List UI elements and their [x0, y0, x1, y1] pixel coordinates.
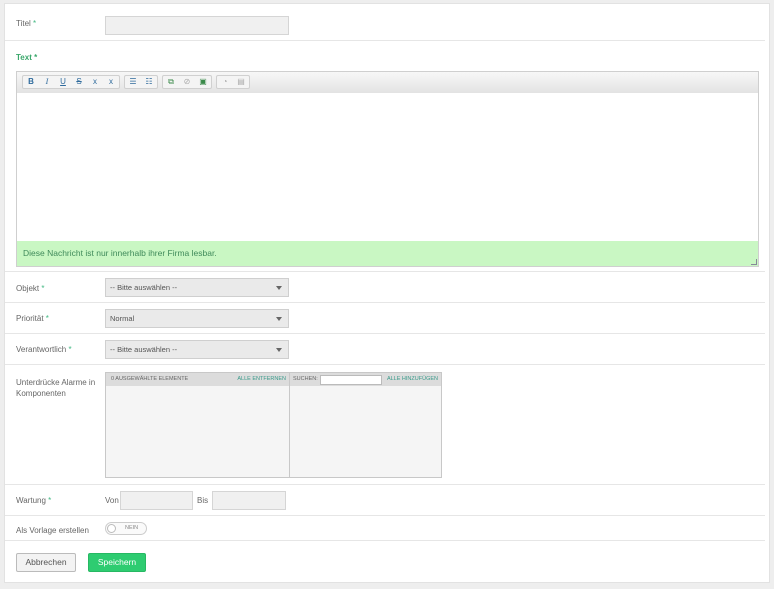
format-button-group: B I U S x x [22, 75, 120, 89]
strikethrough-icon[interactable]: S [72, 76, 86, 88]
paste-text-icon[interactable]: ◔ [218, 76, 232, 88]
bis-label: Bis [197, 496, 209, 505]
unlink-icon[interactable]: ⊘ [180, 76, 194, 88]
verantw-label: Verantwortlich * [16, 345, 72, 354]
underline-icon[interactable]: U [56, 76, 70, 88]
component-multiselect: 0 AUSGEWÄHLTE ELEMENTE ALLE ENTFERNEN SU… [105, 372, 442, 478]
objekt-row: Objekt * -- Bitte auswählen -- [5, 272, 765, 303]
prio-select[interactable]: Normal [105, 309, 289, 328]
editor-toolbar: B I U S x x ☰ ☷ ⧉ ⊘ ▣ ◔ ▤ [17, 72, 758, 94]
search-label: SUCHEN: [293, 376, 318, 382]
insert-image-icon[interactable]: ▣ [196, 76, 210, 88]
prio-row: Priorität * Normal [5, 303, 765, 334]
superscript-icon[interactable]: x [104, 76, 118, 88]
visibility-notice: Diese Nachricht ist nur innerhalb ihrer … [17, 241, 758, 266]
selected-count-label: 0 AUSGEWÄHLTE ELEMENTE [111, 376, 189, 382]
available-list: SUCHEN: ALLE HINZUFÜGEN [290, 373, 441, 477]
chevron-down-icon [276, 317, 282, 321]
bold-icon[interactable]: B [24, 76, 38, 88]
paste-word-icon[interactable]: ▤ [234, 76, 248, 88]
title-input[interactable] [105, 16, 289, 35]
chevron-down-icon [276, 286, 282, 290]
numbered-list-icon[interactable]: ☰ [126, 76, 140, 88]
cancel-button[interactable]: Abbrechen [16, 553, 76, 572]
verantw-row: Verantwortlich * -- Bitte auswählen -- [5, 334, 765, 365]
available-header: SUCHEN: ALLE HINZUFÜGEN [290, 373, 441, 386]
add-all-link[interactable]: ALLE HINZUFÜGEN [387, 373, 438, 386]
bulleted-list-icon[interactable]: ☷ [142, 76, 156, 88]
wartung-label: Wartung * [16, 496, 52, 505]
remove-all-link[interactable]: ALLE ENTFERNEN [237, 373, 286, 386]
objekt-label: Objekt * [16, 284, 45, 293]
suppress-label: Unterdrücke Alarme in Komponenten [16, 378, 96, 398]
objekt-select[interactable]: -- Bitte auswählen -- [105, 278, 289, 297]
italic-icon[interactable]: I [40, 76, 54, 88]
text-label: Text * [16, 53, 38, 62]
prio-label: Priorität * [16, 314, 49, 323]
chevron-down-icon [276, 348, 282, 352]
insert-link-icon[interactable]: ⧉ [164, 76, 178, 88]
title-row: Titel * [5, 4, 765, 41]
toggle-knob [107, 524, 116, 533]
resize-grip-icon[interactable] [751, 259, 757, 265]
subscript-icon[interactable]: x [88, 76, 102, 88]
search-input[interactable] [320, 375, 382, 385]
list-button-group: ☰ ☷ [124, 75, 158, 89]
save-button[interactable]: Speichern [88, 553, 146, 572]
title-label: Titel * [16, 19, 37, 28]
wartung-row: Wartung * Von Bis [5, 485, 765, 516]
form-panel: Titel * Text * B I U S x x ☰ ☷ ⧉ ⊘ ▣ ◔ ▤… [4, 3, 770, 583]
toggle-state-label: NEIN [125, 525, 139, 531]
bis-input[interactable] [212, 491, 286, 510]
verantw-select[interactable]: -- Bitte auswählen -- [105, 340, 289, 359]
vorlage-label: Als Vorlage erstellen [16, 526, 89, 535]
insert-button-group: ⧉ ⊘ ▣ [162, 75, 212, 89]
selected-list: 0 AUSGEWÄHLTE ELEMENTE ALLE ENTFERNEN [106, 373, 290, 477]
vorlage-toggle[interactable]: NEIN [105, 522, 147, 535]
rich-text-editor[interactable]: B I U S x x ☰ ☷ ⧉ ⊘ ▣ ◔ ▤ Diese Nachrich… [16, 71, 759, 267]
von-label: Von [105, 496, 119, 505]
paste-button-group: ◔ ▤ [216, 75, 250, 89]
selected-header: 0 AUSGEWÄHLTE ELEMENTE ALLE ENTFERNEN [106, 373, 289, 386]
editor-content-area[interactable] [17, 93, 758, 241]
von-input[interactable] [120, 491, 193, 510]
